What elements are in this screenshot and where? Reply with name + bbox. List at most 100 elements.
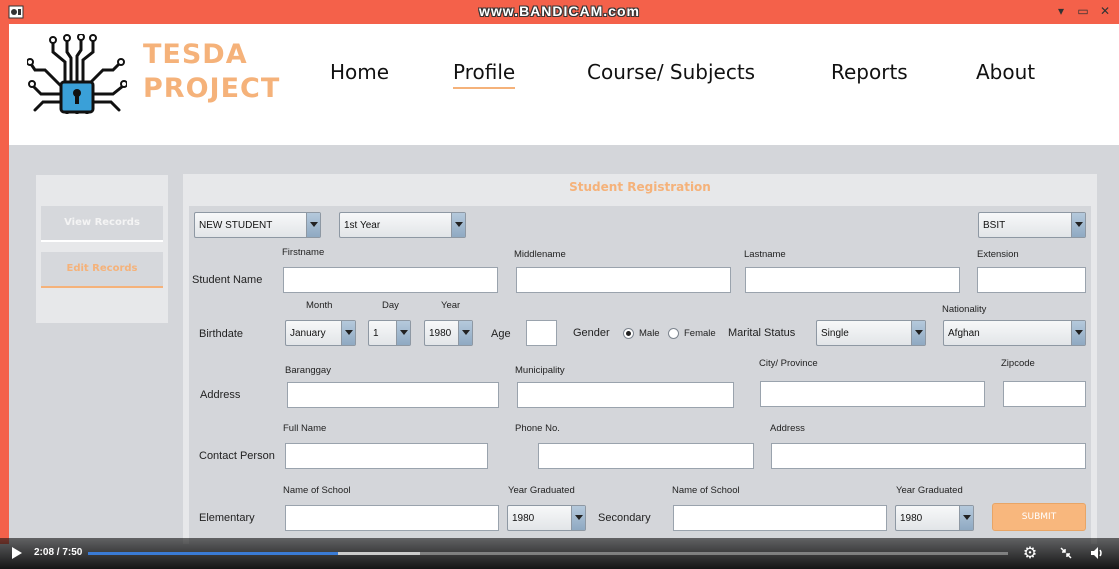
- age-field[interactable]: [526, 320, 557, 346]
- nationality-label: Nationality: [942, 304, 987, 315]
- municipality-label: Municipality: [515, 365, 565, 376]
- secondary-school-field[interactable]: [673, 505, 887, 531]
- chevron-down-icon: [1071, 213, 1085, 237]
- extension-label: Extension: [977, 249, 1019, 260]
- chevron-down-icon: [1071, 321, 1085, 345]
- birth-month-select[interactable]: January: [285, 320, 356, 346]
- birthdate-label: Birthdate: [199, 328, 244, 340]
- close-button[interactable]: ✕: [1096, 2, 1114, 20]
- middlename-field[interactable]: [516, 267, 731, 293]
- app-header: TESDA PROJECT Home Profile Course/ Subje…: [9, 24, 1119, 145]
- lastname-label: Lastname: [744, 249, 786, 260]
- birth-day-value: 1: [373, 328, 379, 339]
- nav-profile-label: Profile: [453, 60, 516, 84]
- middlename-label: Middlename: [514, 249, 566, 260]
- birth-month-value: January: [290, 328, 326, 339]
- circuit-lock-logo-icon: [27, 34, 127, 114]
- brand-title: TESDA PROJECT: [143, 38, 280, 106]
- contact-address-label: Address: [770, 423, 805, 434]
- marital-status-select[interactable]: Single: [816, 320, 926, 346]
- chevron-down-icon: [341, 321, 355, 345]
- elementary-year-graduated-label: Year Graduated: [508, 485, 575, 496]
- minimize-button[interactable]: ▾: [1052, 2, 1070, 20]
- chevron-down-icon: [458, 321, 472, 345]
- student-type-select[interactable]: NEW STUDENT: [194, 212, 321, 238]
- address-label: Address: [200, 389, 241, 401]
- marital-status-value: Single: [821, 328, 849, 339]
- contact-phone-label: Phone No.: [515, 423, 560, 434]
- extension-field[interactable]: [977, 267, 1086, 293]
- nav-course-subjects[interactable]: Course/ Subjects: [587, 60, 755, 84]
- contact-phone-field[interactable]: [538, 443, 754, 469]
- day-label: Day: [382, 300, 399, 311]
- chevron-down-icon: [451, 213, 465, 237]
- zipcode-field[interactable]: [1003, 381, 1086, 407]
- secondary-label: Secondary: [598, 512, 651, 524]
- form-title: Student Registration: [569, 180, 711, 194]
- chevron-down-icon: [396, 321, 410, 345]
- timecode: 2:08 / 7:50: [34, 547, 83, 558]
- maximize-button[interactable]: ▭: [1074, 2, 1092, 20]
- nav-home[interactable]: Home: [330, 60, 389, 84]
- seek-bar[interactable]: [88, 552, 1008, 555]
- edit-records-button[interactable]: Edit Records: [41, 252, 163, 288]
- secondary-year-select[interactable]: 1980: [895, 505, 974, 531]
- submit-button[interactable]: SUBMIT: [992, 503, 1086, 531]
- city-province-field[interactable]: [760, 381, 985, 407]
- student-type-value: NEW STUDENT: [199, 220, 273, 231]
- elementary-label: Elementary: [199, 512, 255, 524]
- gender-male-radio[interactable]: [623, 328, 634, 339]
- minimize-arrows-icon[interactable]: [1058, 545, 1074, 561]
- chevron-down-icon: [959, 506, 973, 530]
- year-label: Year: [441, 300, 461, 311]
- secondary-school-name-label: Name of School: [672, 485, 740, 496]
- contact-full-name-field[interactable]: [285, 443, 488, 469]
- gender-female-label: Female: [684, 328, 716, 339]
- age-label: Age: [491, 328, 511, 340]
- play-icon[interactable]: [12, 547, 22, 559]
- firstname-label: Firstname: [282, 247, 325, 258]
- elementary-year-select[interactable]: 1980: [507, 505, 586, 531]
- gear-icon[interactable]: ⚙: [1022, 545, 1038, 561]
- barangay-field[interactable]: [287, 382, 499, 408]
- recorder-watermark: www.BANDICAM.com: [479, 3, 640, 19]
- student-name-label: Student Name: [192, 274, 263, 286]
- nav-about[interactable]: About: [976, 60, 1035, 84]
- year-level-select[interactable]: 1st Year: [339, 212, 466, 238]
- contact-full-name-label: Full Name: [283, 423, 327, 434]
- nationality-value: Afghan: [948, 328, 980, 339]
- birth-year-select[interactable]: 1980: [424, 320, 473, 346]
- contact-address-field[interactable]: [771, 443, 1086, 469]
- barangay-label: Baranggay: [285, 365, 331, 376]
- firstname-field[interactable]: [283, 267, 498, 293]
- gender-male-label: Male: [639, 328, 660, 339]
- brand-line-2: PROJECT: [143, 73, 281, 104]
- nav-reports[interactable]: Reports: [831, 60, 908, 84]
- elementary-school-name-label: Name of School: [283, 485, 351, 496]
- window-frame: [0, 24, 9, 544]
- gender-female-radio[interactable]: [668, 328, 679, 339]
- marital-status-label: Marital Status: [728, 327, 796, 339]
- year-level-value: 1st Year: [344, 220, 381, 231]
- window-title-bar: www.BANDICAM.com ▾ ▭ ✕: [0, 0, 1119, 24]
- program-select[interactable]: BSIT: [978, 212, 1086, 238]
- birth-year-value: 1980: [429, 328, 452, 339]
- contact-person-label: Contact Person: [199, 450, 275, 462]
- month-label: Month: [306, 300, 333, 311]
- brand-line-1: TESDA: [143, 39, 248, 70]
- city-province-label: City/ Province: [759, 358, 818, 369]
- video-player-bar: 2:08 / 7:50 ⚙: [0, 538, 1119, 569]
- chevron-down-icon: [306, 213, 320, 237]
- speaker-icon[interactable]: [1089, 545, 1105, 561]
- elementary-school-field[interactable]: [285, 505, 499, 531]
- nav-profile[interactable]: Profile: [453, 60, 516, 89]
- elementary-year-value: 1980: [512, 513, 535, 524]
- lastname-field[interactable]: [745, 267, 960, 293]
- view-records-button[interactable]: View Records: [41, 206, 163, 242]
- municipality-field[interactable]: [517, 382, 734, 408]
- gender-label: Gender: [573, 327, 610, 339]
- birth-day-select[interactable]: 1: [368, 320, 411, 346]
- nationality-select[interactable]: Afghan: [943, 320, 1086, 346]
- chevron-down-icon: [911, 321, 925, 345]
- records-sidebar: View Records Edit Records: [36, 175, 168, 323]
